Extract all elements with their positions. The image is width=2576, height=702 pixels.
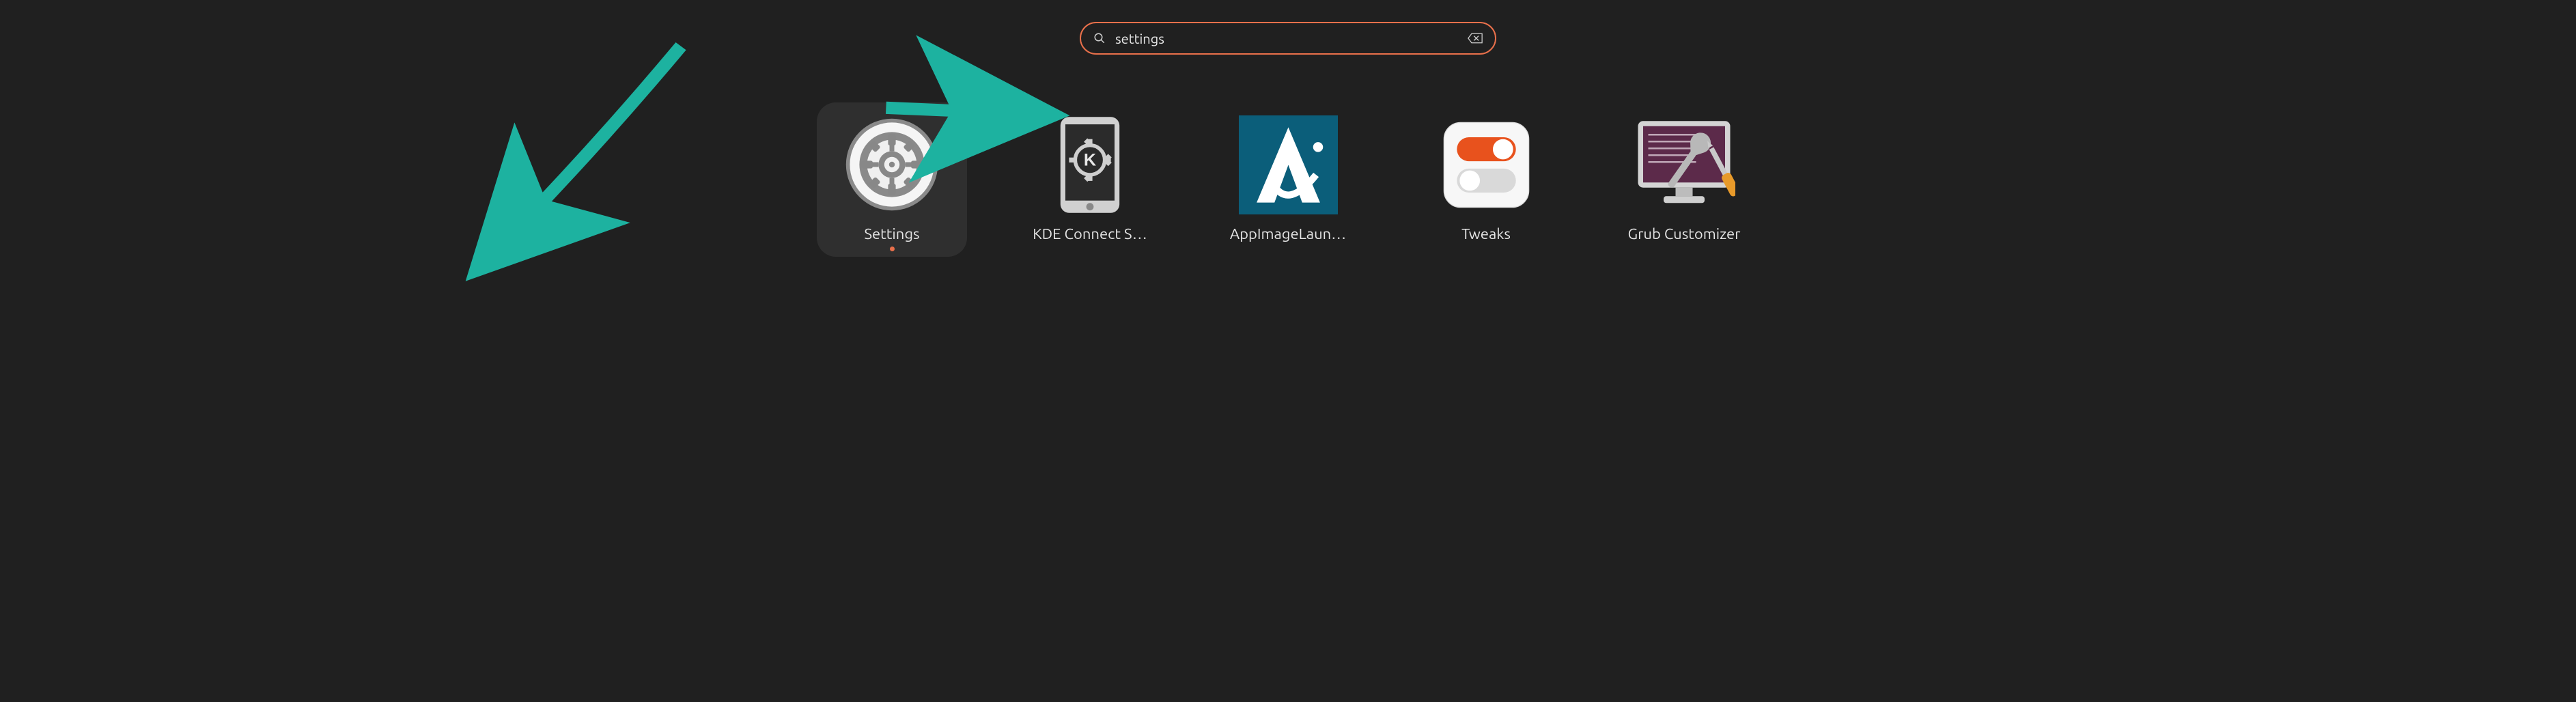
app-item-tweaks[interactable]: Tweaks [1411, 102, 1561, 257]
app-item-appimagelauncher[interactable]: AppImageLaun… [1213, 102, 1363, 257]
activities-overview: Settings [0, 0, 2576, 702]
svg-text:K: K [1084, 150, 1096, 169]
app-label: Grub Customizer [1627, 225, 1740, 242]
search-bar[interactable] [1080, 22, 1496, 55]
tweaks-icon [1435, 113, 1537, 216]
search-icon [1093, 32, 1106, 44]
appimage-icon [1237, 113, 1339, 216]
app-results-grid: Settings [0, 102, 2576, 257]
app-item-settings[interactable]: Settings [817, 102, 967, 257]
app-label: Tweaks [1461, 225, 1511, 242]
grub-customizer-icon [1633, 113, 1735, 216]
app-item-grub-customizer[interactable]: Grub Customizer [1609, 102, 1759, 257]
app-item-kde-connect[interactable]: K KDE Connect S… [1015, 102, 1165, 257]
running-indicator-dot [890, 247, 895, 251]
search-input[interactable] [1115, 31, 1468, 46]
app-label: Settings [864, 225, 919, 242]
app-label: AppImageLaun… [1230, 225, 1346, 242]
app-label: KDE Connect S… [1033, 225, 1147, 242]
backspace-clear-icon[interactable] [1468, 33, 1483, 44]
settings-icon [841, 113, 943, 216]
kde-connect-icon: K [1039, 113, 1141, 216]
